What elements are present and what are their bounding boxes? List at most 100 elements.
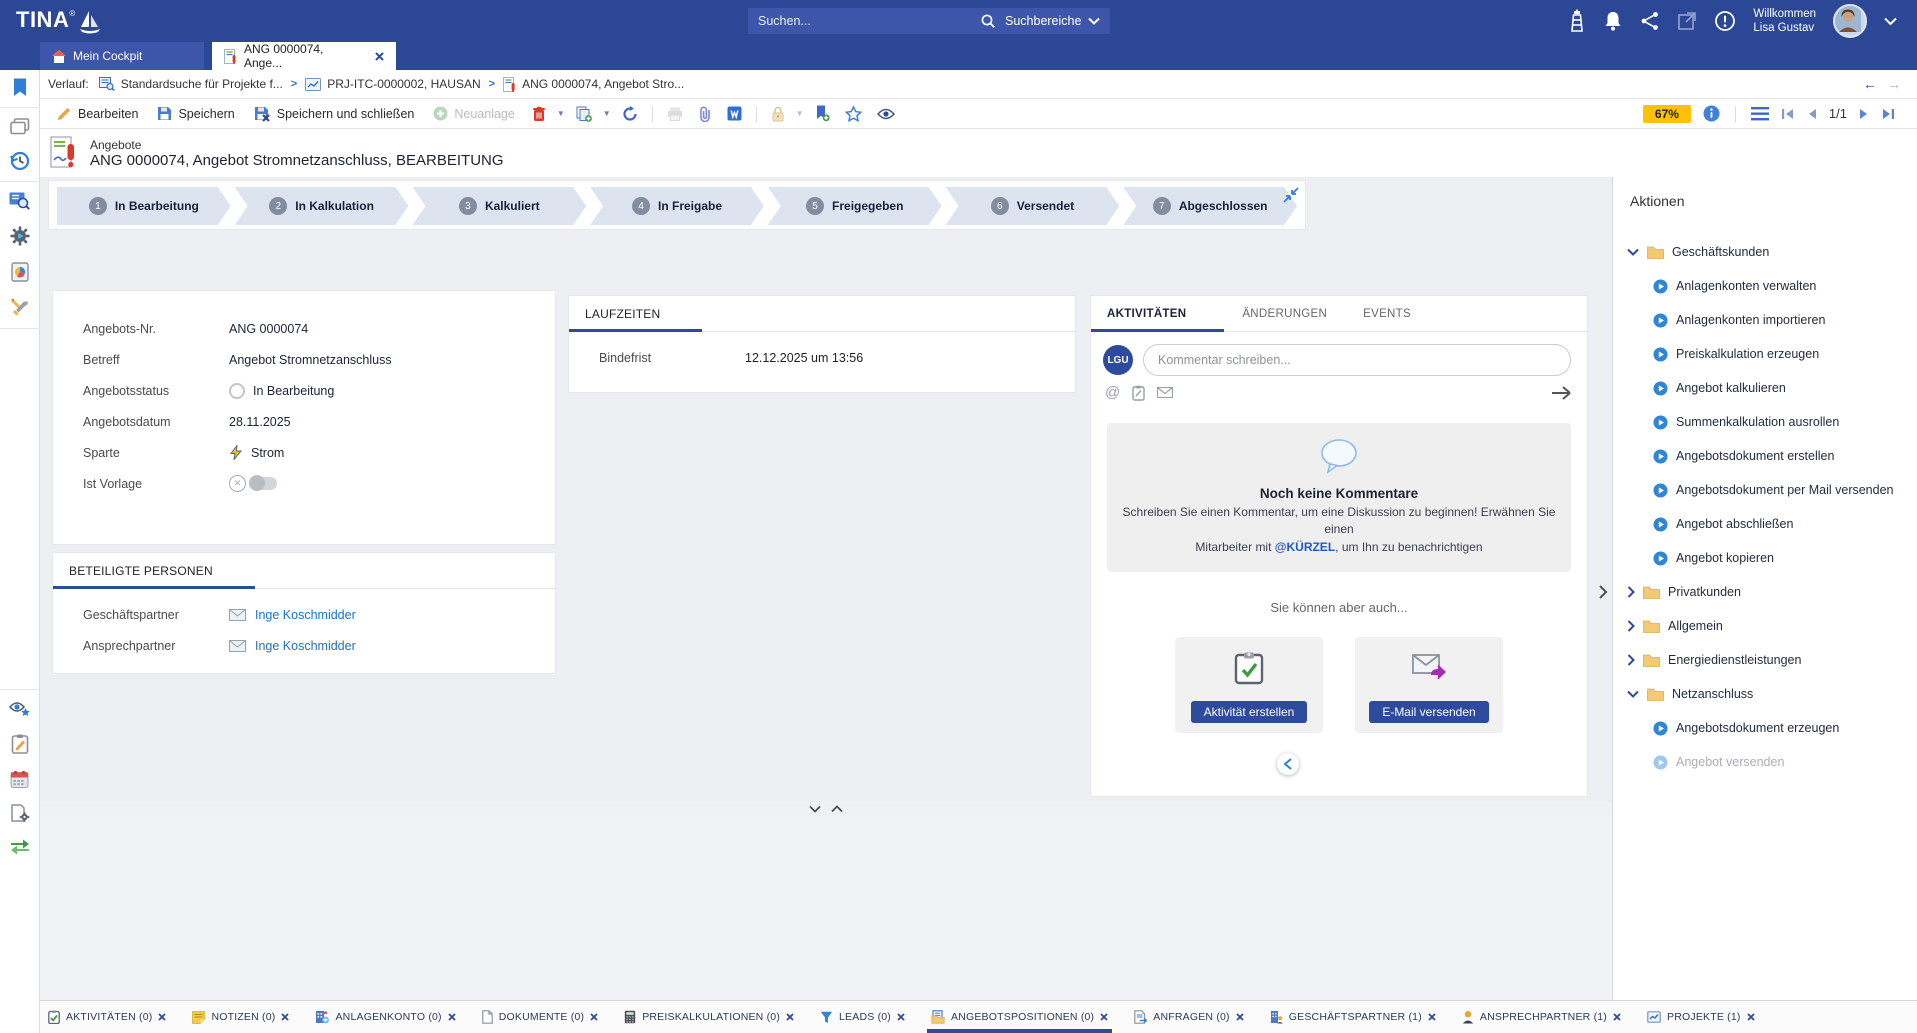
- watchlist-icon[interactable]: [9, 692, 31, 726]
- menu-icon[interactable]: [1751, 107, 1769, 121]
- mention-hint-link[interactable]: @KÜRZEL: [1275, 540, 1335, 554]
- external-link-icon[interactable]: [1677, 11, 1697, 31]
- close-icon[interactable]: [1613, 1013, 1621, 1021]
- clipboard-edit-icon[interactable]: [11, 726, 29, 762]
- dock-tab-preiskalkulationen[interactable]: PREISKALKULATIONEN (0): [624, 1001, 794, 1033]
- right-panel-splitter-icon[interactable]: [1598, 585, 1608, 599]
- process-step-6[interactable]: 6Versendet: [946, 187, 1120, 225]
- close-icon[interactable]: [1428, 1013, 1436, 1021]
- bell-icon[interactable]: [1603, 10, 1623, 32]
- refresh-button[interactable]: [618, 103, 642, 125]
- dock-tab-dokumente[interactable]: DOKUMENTE (0): [482, 1001, 598, 1033]
- dock-tab-aktivitaeten[interactable]: AKTIVITÄTEN (0): [48, 1001, 166, 1033]
- dock-tab-leads[interactable]: LEADS (0): [820, 1001, 905, 1033]
- dock-tab-projekte[interactable]: PROJEKTE (1): [1647, 1001, 1755, 1033]
- favorite-star-button[interactable]: [841, 103, 866, 125]
- close-icon[interactable]: [375, 52, 384, 61]
- collapse-panel-button[interactable]: [1277, 753, 1299, 775]
- save-button[interactable]: Speichern: [151, 103, 240, 124]
- lock-menu-caret-icon[interactable]: ▼: [796, 109, 804, 118]
- tools-icon[interactable]: [10, 290, 30, 326]
- dock-splitter[interactable]: [40, 802, 1612, 816]
- dock-tab-ansprechpartner[interactable]: ANSPRECHPARTNER (1): [1462, 1001, 1621, 1033]
- action-item[interactable]: Anlagenkonten importieren: [1613, 303, 1917, 337]
- tab-aenderungen[interactable]: ÄNDERUNGEN: [1224, 296, 1345, 331]
- action-folder-geschaeftskunden[interactable]: Geschäftskunden: [1613, 235, 1917, 269]
- bookmark-add-button[interactable]: [811, 102, 834, 125]
- user-menu-chevron-icon[interactable]: [1884, 17, 1897, 26]
- calendar-icon[interactable]: [10, 762, 29, 796]
- search-report-icon[interactable]: [9, 184, 30, 218]
- comment-input[interactable]: [1143, 344, 1571, 376]
- breadcrumb-item-record[interactable]: ANG 0000074, Angebot Stro...: [503, 77, 684, 92]
- swap-arrows-icon[interactable]: [10, 831, 30, 863]
- search-icon[interactable]: [980, 13, 996, 29]
- tab-events[interactable]: EVENTS: [1345, 296, 1429, 331]
- watch-eye-button[interactable]: [873, 105, 899, 123]
- business-partner-link[interactable]: Inge Koschmidder: [255, 608, 356, 622]
- lighthouse-icon[interactable]: [1568, 9, 1586, 33]
- action-item[interactable]: Angebot abschließen: [1613, 507, 1917, 541]
- process-gear-icon[interactable]: [10, 218, 30, 254]
- process-step-2[interactable]: 2In Kalkulation: [235, 187, 409, 225]
- action-item[interactable]: Summenkalkulation ausrollen: [1613, 405, 1917, 439]
- zoom-level-badge[interactable]: 67%: [1643, 105, 1691, 123]
- close-icon[interactable]: [1100, 1013, 1108, 1021]
- process-step-1[interactable]: 1In Bearbeitung: [57, 187, 231, 225]
- action-folder-privatkunden[interactable]: Privatkunden: [1613, 575, 1917, 609]
- info-icon[interactable]: [1703, 105, 1720, 122]
- close-icon[interactable]: [158, 1013, 166, 1021]
- send-comment-icon[interactable]: [1551, 385, 1571, 401]
- report-document-icon[interactable]: [11, 254, 29, 290]
- document-settings-icon[interactable]: [10, 796, 30, 831]
- last-page-icon[interactable]: [1881, 108, 1895, 120]
- contact-person-link[interactable]: Inge Koschmidder: [255, 639, 356, 653]
- close-icon[interactable]: [590, 1013, 598, 1021]
- mail-icon[interactable]: [1157, 387, 1173, 398]
- history-forward-icon[interactable]: →: [1887, 76, 1901, 92]
- mail-icon[interactable]: [229, 609, 246, 621]
- dock-tab-anfragen[interactable]: ANFRAGEN (0): [1134, 1001, 1244, 1033]
- collapse-dock-icon[interactable]: [809, 805, 821, 813]
- breadcrumb-item-search[interactable]: Standardsuche für Projekte f...: [99, 77, 283, 91]
- next-page-icon[interactable]: [1859, 108, 1869, 120]
- search-input[interactable]: [756, 13, 980, 29]
- create-activity-button[interactable]: Aktivität erstellen: [1191, 701, 1308, 723]
- tab-aktivitaeten[interactable]: AKTIVITÄTEN: [1091, 296, 1224, 332]
- action-item[interactable]: Angebotsdokument erzeugen: [1613, 711, 1917, 745]
- send-email-button[interactable]: E-Mail versenden: [1369, 701, 1488, 723]
- terms-section-title[interactable]: LAUFZEITEN: [569, 296, 702, 332]
- close-icon[interactable]: [448, 1013, 456, 1021]
- search-scope-dropdown[interactable]: Suchbereiche: [995, 8, 1110, 34]
- action-folder-energiedienstleistungen[interactable]: Energiedienstleistungen: [1613, 643, 1917, 677]
- collapse-process-bar-icon[interactable]: [1283, 187, 1299, 203]
- delete-button[interactable]: [528, 103, 550, 125]
- process-step-7[interactable]: 7Abgeschlossen: [1123, 187, 1297, 225]
- edit-button[interactable]: Bearbeiten: [50, 103, 144, 125]
- mention-icon[interactable]: @: [1105, 384, 1120, 401]
- expand-dock-icon[interactable]: [831, 805, 843, 813]
- is-template-toggle[interactable]: ✕: [229, 475, 277, 492]
- close-icon[interactable]: [897, 1013, 905, 1021]
- bookmarks-icon[interactable]: [12, 70, 28, 105]
- task-attach-icon[interactable]: [1132, 385, 1145, 401]
- first-page-icon[interactable]: [1781, 108, 1795, 120]
- delete-menu-caret-icon[interactable]: ▼: [557, 109, 565, 118]
- dock-tab-notizen[interactable]: NOTIZEN (0): [192, 1001, 289, 1033]
- process-step-4[interactable]: 4In Freigabe: [590, 187, 764, 225]
- copy-record-button[interactable]: [572, 103, 596, 125]
- action-item[interactable]: Anlagenkonten verwalten: [1613, 269, 1917, 303]
- help-icon[interactable]: [1714, 10, 1736, 32]
- action-item[interactable]: Angebot kalkulieren: [1613, 371, 1917, 405]
- dock-tab-anlagenkonto[interactable]: ANLAGENKONTO (0): [315, 1001, 455, 1033]
- history-back-icon[interactable]: ←: [1863, 76, 1877, 92]
- close-icon[interactable]: [281, 1013, 289, 1021]
- history-icon[interactable]: [10, 143, 30, 179]
- process-step-5[interactable]: 5Freigegeben: [768, 187, 942, 225]
- action-folder-netzanschluss[interactable]: Netzanschluss: [1613, 677, 1917, 711]
- action-item[interactable]: Angebotsdokument erstellen: [1613, 439, 1917, 473]
- close-icon[interactable]: [786, 1013, 794, 1021]
- copy-menu-caret-icon[interactable]: ▼: [603, 109, 611, 118]
- share-icon[interactable]: [1640, 11, 1660, 31]
- windows-icon[interactable]: [10, 110, 30, 143]
